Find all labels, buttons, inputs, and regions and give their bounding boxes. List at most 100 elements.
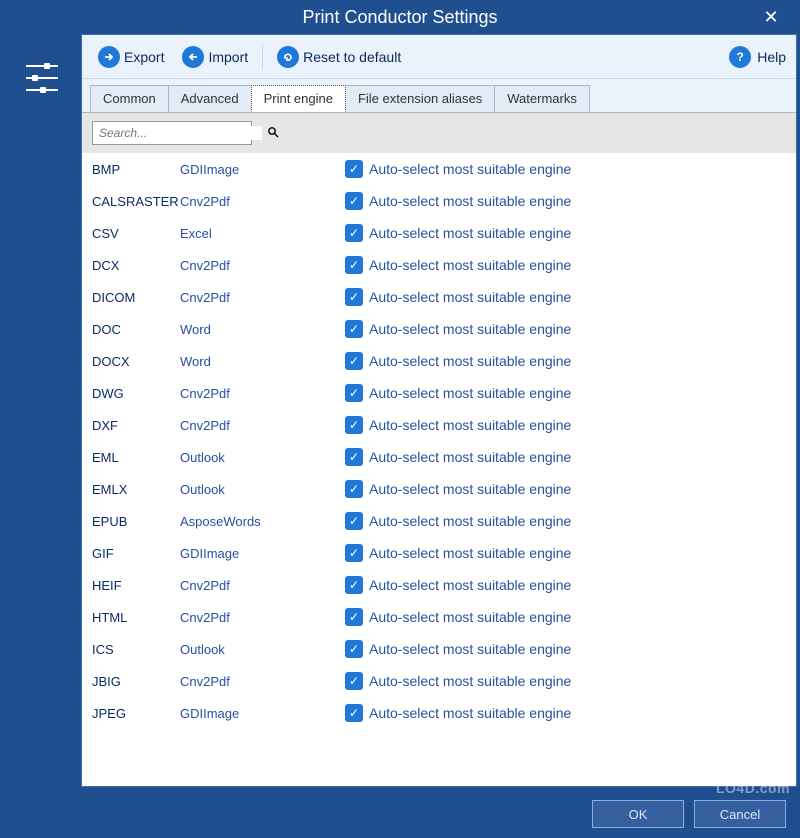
engine-cell[interactable]: Cnv2Pdf	[180, 290, 345, 305]
engine-cell[interactable]: Cnv2Pdf	[180, 418, 345, 433]
checkbox-icon[interactable]: ✓	[345, 576, 363, 594]
table-row: EPUBAsposeWords✓Auto-select most suitabl…	[82, 505, 796, 537]
format-cell: EPUB	[92, 514, 180, 529]
auto-select-cell[interactable]: ✓ Auto-select most suitable engine	[345, 352, 571, 370]
ok-button[interactable]: OK	[592, 800, 684, 828]
engine-cell[interactable]: Outlook	[180, 642, 345, 657]
table-row: DWGCnv2Pdf✓ Auto-select most suitable eng…	[82, 377, 796, 409]
window-title: Print Conductor Settings	[302, 7, 497, 28]
engine-cell[interactable]: GDIImage	[180, 546, 345, 561]
import-icon	[182, 46, 204, 68]
checkbox-icon[interactable]: ✓	[345, 192, 363, 210]
auto-select-cell[interactable]: ✓Auto-select most suitable engine	[345, 480, 571, 498]
export-icon	[98, 46, 120, 68]
engine-cell[interactable]: GDIImage	[180, 706, 345, 721]
format-cell: DXF	[92, 418, 180, 433]
checkbox-icon[interactable]: ✓	[345, 288, 363, 306]
import-button[interactable]: Import	[176, 44, 254, 70]
auto-select-cell[interactable]: ✓ Auto-select most suitable engine	[345, 160, 571, 178]
auto-select-cell[interactable]: ✓Auto-select most suitable engine	[345, 192, 571, 210]
format-cell: DOC	[92, 322, 180, 337]
search-bar	[82, 112, 796, 153]
auto-select-cell[interactable]: ✓Auto-select most suitable engine	[345, 448, 571, 466]
checkbox-icon[interactable]: ✓	[345, 640, 363, 658]
engine-cell[interactable]: Cnv2Pdf	[180, 194, 345, 209]
tab-advanced[interactable]: Advanced	[168, 85, 252, 112]
auto-select-cell[interactable]: ✓ Auto-select most suitable engine	[345, 288, 571, 306]
checkbox-icon[interactable]: ✓	[345, 704, 363, 722]
auto-select-label: Auto-select most suitable engine	[369, 321, 571, 337]
auto-select-cell[interactable]: ✓Auto-select most suitable engine	[345, 224, 571, 242]
cancel-button[interactable]: Cancel	[694, 800, 786, 828]
tab-strip: CommonAdvancedPrint engineFile extension…	[82, 79, 796, 112]
auto-select-cell[interactable]: ✓Auto-select most suitable engine	[345, 416, 571, 434]
auto-select-label: Auto-select most suitable engine	[369, 385, 571, 401]
auto-select-cell[interactable]: ✓Auto-select most suitable engine	[345, 640, 571, 658]
search-icon[interactable]	[262, 126, 284, 141]
auto-select-cell[interactable]: ✓ Auto-select most suitable engine	[345, 704, 571, 722]
auto-select-cell[interactable]: ✓Auto-select most suitable engine	[345, 544, 571, 562]
table-row: GIFGDIImage✓Auto-select most suitable en…	[82, 537, 796, 569]
tab-watermarks[interactable]: Watermarks	[494, 85, 590, 112]
auto-select-cell[interactable]: ✓ Auto-select most suitable engine	[345, 384, 571, 402]
engine-cell[interactable]: Cnv2Pdf	[180, 610, 345, 625]
engine-cell[interactable]: Word	[180, 354, 345, 369]
close-button[interactable]: ✕	[754, 0, 788, 34]
engine-cell[interactable]: AsposeWords	[180, 514, 345, 529]
engine-table[interactable]: BMPGDIImage✓Auto-select most suitable en…	[82, 153, 796, 786]
engine-cell[interactable]: Cnv2Pdf	[180, 258, 345, 273]
checkbox-icon[interactable]: ✓	[345, 544, 363, 562]
auto-select-label: Auto-select most suitable engine	[369, 161, 571, 177]
auto-select-cell[interactable]: ✓ Auto-select most suitable engine	[345, 256, 571, 274]
engine-cell[interactable]: Cnv2Pdf	[180, 386, 345, 401]
format-cell: BMP	[92, 162, 180, 177]
tab-file-extension-aliases[interactable]: File extension aliases	[345, 85, 495, 112]
checkbox-icon[interactable]: ✓	[345, 224, 363, 242]
checkbox-icon[interactable]: ✓	[345, 352, 363, 370]
table-row: CSVExcel✓Auto-select most suitable engin…	[82, 217, 796, 249]
checkbox-icon[interactable]: ✓	[345, 384, 363, 402]
sidebar	[3, 34, 81, 787]
search-field[interactable]	[92, 121, 252, 145]
engine-cell[interactable]: Outlook	[180, 482, 345, 497]
engine-cell[interactable]: Excel	[180, 226, 345, 241]
auto-select-cell[interactable]: ✓ Auto-select most suitable engine	[345, 320, 571, 338]
checkbox-icon[interactable]: ✓	[345, 160, 363, 178]
engine-cell[interactable]: Cnv2Pdf	[180, 674, 345, 689]
auto-select-cell[interactable]: ✓Auto-select most suitable engine	[345, 512, 571, 530]
checkbox-icon[interactable]: ✓	[345, 416, 363, 434]
checkbox-icon[interactable]: ✓	[345, 320, 363, 338]
export-button[interactable]: Export	[92, 44, 170, 70]
help-button[interactable]: ? Help	[729, 46, 786, 68]
checkbox-icon[interactable]: ✓	[345, 256, 363, 274]
search-input[interactable]	[93, 126, 262, 140]
checkbox-icon[interactable]: ✓	[345, 672, 363, 690]
table-row: DICOMCnv2Pdf✓Auto-select most suitable e…	[82, 281, 796, 313]
auto-select-label: Auto-select most suitable engine	[369, 257, 571, 273]
reset-button[interactable]: Reset to default	[271, 44, 407, 70]
engine-cell[interactable]: Cnv2Pdf	[180, 578, 345, 593]
format-cell: CSV	[92, 226, 180, 241]
auto-select-label: Auto-select most suitable engine	[369, 705, 571, 721]
table-row: HTMLCnv2Pdf✓Auto-select most suitable en…	[82, 601, 796, 633]
auto-select-label: Auto-select most suitable engine	[369, 289, 571, 305]
checkbox-icon[interactable]: ✓	[345, 480, 363, 498]
settings-sliders-icon[interactable]	[20, 56, 64, 100]
help-icon: ?	[729, 46, 751, 68]
format-cell: GIF	[92, 546, 180, 561]
auto-select-cell[interactable]: ✓Auto-select most suitable engine	[345, 576, 571, 594]
auto-select-label: Auto-select most suitable engine	[369, 609, 571, 625]
tab-common[interactable]: Common	[90, 85, 169, 112]
auto-select-cell[interactable]: ✓ Auto-select most suitable engine	[345, 608, 571, 626]
auto-select-label: Auto-select most suitable engine	[369, 353, 571, 369]
format-cell: DWG	[92, 386, 180, 401]
tab-print-engine[interactable]: Print engine	[251, 85, 346, 112]
engine-cell[interactable]: Word	[180, 322, 345, 337]
table-row: EMLXOutlook✓Auto-select most suitable en…	[82, 473, 796, 505]
checkbox-icon[interactable]: ✓	[345, 512, 363, 530]
engine-cell[interactable]: Outlook	[180, 450, 345, 465]
checkbox-icon[interactable]: ✓	[345, 608, 363, 626]
auto-select-cell[interactable]: ✓Auto-select most suitable engine	[345, 672, 571, 690]
engine-cell[interactable]: GDIImage	[180, 162, 345, 177]
checkbox-icon[interactable]: ✓	[345, 448, 363, 466]
